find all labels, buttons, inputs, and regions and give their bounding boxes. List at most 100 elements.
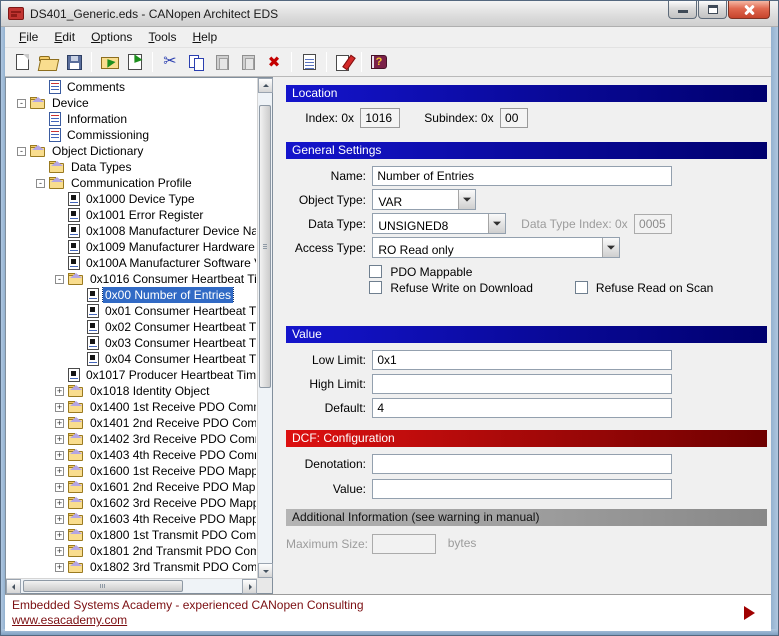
tree-horizontal-scrollbar[interactable] <box>6 578 257 593</box>
esacademy-link[interactable]: www.esacademy.com <box>12 613 127 627</box>
paste-button[interactable] <box>210 51 234 74</box>
expand-toggle-icon[interactable]: + <box>55 499 64 508</box>
vertical-scroll-thumb[interactable] <box>259 105 271 388</box>
scroll-right-button[interactable] <box>242 579 257 594</box>
tree-item[interactable]: +0x1018 Identity Object <box>7 383 256 399</box>
refuse-write-checkbox[interactable] <box>369 281 382 294</box>
tree-item[interactable]: +0x1603 4th Receive PDO Mapping <box>7 511 256 527</box>
tree-item[interactable]: 0x100A Manufacturer Software Ver <box>7 255 256 271</box>
title-bar[interactable]: DS401_Generic.eds - CANopen Architect ED… <box>1 1 778 27</box>
tree-item[interactable]: +0x1401 2nd Receive PDO Commur <box>7 415 256 431</box>
expand-toggle-icon[interactable]: + <box>55 531 64 540</box>
high-limit-input[interactable] <box>372 374 672 394</box>
scroll-left-button[interactable] <box>6 579 21 594</box>
edit-check-eds-button[interactable] <box>332 51 356 74</box>
menu-options[interactable]: Options <box>83 27 140 47</box>
menu-file[interactable]: File <box>11 27 46 47</box>
tree-item[interactable]: 0x1000 Device Type <box>7 191 256 207</box>
collapse-toggle-icon[interactable]: - <box>55 275 64 284</box>
tree-item[interactable]: +0x1803 4th Transmit PDO Commun <box>7 575 256 577</box>
tree-item[interactable]: +0x1801 2nd Transmit PDO Commur <box>7 543 256 559</box>
tree-item[interactable]: 0x1001 Error Register <box>7 207 256 223</box>
expand-toggle-icon[interactable]: + <box>55 483 64 492</box>
menu-help[interactable]: Help <box>184 27 225 47</box>
menu-edit[interactable]: Edit <box>46 27 83 47</box>
expand-toggle-icon[interactable]: + <box>55 435 64 444</box>
horizontal-scroll-thumb[interactable] <box>23 580 183 592</box>
export-file-button[interactable] <box>123 51 147 74</box>
menu-tools[interactable]: Tools <box>140 27 184 47</box>
tree-item[interactable]: -0x1016 Consumer Heartbeat Time <box>7 271 256 287</box>
data-type-select[interactable]: UNSIGNED8 <box>372 213 506 234</box>
tree-item[interactable]: 0x04 Consumer Heartbeat Time <box>7 351 256 367</box>
tree-vertical-scrollbar[interactable] <box>257 78 272 578</box>
tree-item[interactable]: 0x1008 Manufacturer Device Name <box>7 223 256 239</box>
tree-item[interactable]: 0x03 Consumer Heartbeat Time <box>7 335 256 351</box>
tree-item[interactable]: +0x1802 3rd Transmit PDO Commun <box>7 559 256 575</box>
tree-item[interactable]: +0x1403 4th Receive PDO Commun <box>7 447 256 463</box>
expand-toggle-icon[interactable]: + <box>55 547 64 556</box>
tree-item[interactable]: +0x1400 1st Receive PDO Communi <box>7 399 256 415</box>
expand-toggle-icon[interactable]: + <box>55 467 64 476</box>
help-manual-button[interactable]: ? <box>367 51 391 74</box>
tree-item[interactable]: +0x1600 1st Receive PDO Mapping <box>7 463 256 479</box>
expand-toggle-icon[interactable]: + <box>55 515 64 524</box>
expand-toggle-icon[interactable]: + <box>55 563 64 572</box>
pdo-mappable-checkbox[interactable] <box>369 265 382 278</box>
expand-toggle-icon[interactable]: + <box>55 387 64 396</box>
tree-item[interactable]: Data Types <box>7 159 256 175</box>
tree-item[interactable]: Comments <box>7 79 256 95</box>
collapse-toggle-icon[interactable]: - <box>17 99 26 108</box>
import-file-button[interactable] <box>97 51 121 74</box>
default-input[interactable] <box>372 398 672 418</box>
expand-toggle-icon[interactable]: + <box>55 451 64 460</box>
access-type-select[interactable]: RO Read only <box>372 237 620 258</box>
close-button[interactable] <box>728 1 770 19</box>
tree-item[interactable]: 0x02 Consumer Heartbeat Time <box>7 319 256 335</box>
scroll-up-button[interactable] <box>258 78 273 93</box>
tree-item[interactable]: 0x01 Consumer Heartbeat Time <box>7 303 256 319</box>
tree-item[interactable]: Information <box>7 111 256 127</box>
chevron-down-icon[interactable] <box>458 190 475 209</box>
object-type-select[interactable]: VAR <box>372 189 476 210</box>
tree-item[interactable]: 0x00 Number of Entries <box>7 287 256 303</box>
tree-item-label: 0x1008 Manufacturer Device Name <box>84 223 256 239</box>
new-document-button[interactable] <box>10 51 34 74</box>
tree-item[interactable]: 0x1017 Producer Heartbeat Time <box>7 367 256 383</box>
copy-button[interactable] <box>184 51 208 74</box>
collapse-toggle-icon[interactable]: - <box>36 179 45 188</box>
index-input[interactable] <box>360 108 400 128</box>
save-file-button[interactable] <box>62 51 86 74</box>
tree-item[interactable]: Commissioning <box>7 127 256 143</box>
tree-item[interactable]: -Device <box>7 95 256 111</box>
tree-item[interactable]: 0x1009 Manufacturer Hardware Ve <box>7 239 256 255</box>
cut-button[interactable]: ✂ <box>158 51 182 74</box>
tree-item[interactable]: +0x1602 3rd Receive PDO Mapping <box>7 495 256 511</box>
denotation-input[interactable] <box>372 454 672 474</box>
expand-toggle-icon[interactable]: + <box>55 403 64 412</box>
low-limit-input[interactable] <box>372 350 672 370</box>
subindex-input[interactable] <box>500 108 528 128</box>
chevron-down-icon[interactable] <box>602 238 619 257</box>
collapse-toggle-icon[interactable]: - <box>17 147 26 156</box>
refuse-read-checkbox[interactable] <box>575 281 588 294</box>
paste-insert-button[interactable] <box>236 51 260 74</box>
maximize-button[interactable] <box>698 1 727 19</box>
chevron-down-icon[interactable] <box>488 214 505 233</box>
tree-item[interactable]: -Communication Profile <box>7 175 256 191</box>
document-icon <box>49 112 61 126</box>
report-button[interactable] <box>297 51 321 74</box>
tree-item[interactable]: +0x1402 3rd Receive PDO Commun <box>7 431 256 447</box>
open-file-button[interactable] <box>36 51 60 74</box>
tree-item[interactable]: -Object Dictionary <box>7 143 256 159</box>
maximum-size-input <box>372 534 436 554</box>
delete-button[interactable]: ✖ <box>262 51 286 74</box>
tree-item[interactable]: +0x1601 2nd Receive PDO Mapping <box>7 479 256 495</box>
dcf-value-input[interactable] <box>372 479 672 499</box>
scroll-down-button[interactable] <box>258 563 273 578</box>
copy-icon <box>189 55 204 70</box>
expand-toggle-icon[interactable]: + <box>55 419 64 428</box>
minimize-button[interactable] <box>668 1 697 19</box>
tree-item[interactable]: +0x1800 1st Transmit PDO Communi <box>7 527 256 543</box>
name-input[interactable] <box>372 166 672 186</box>
